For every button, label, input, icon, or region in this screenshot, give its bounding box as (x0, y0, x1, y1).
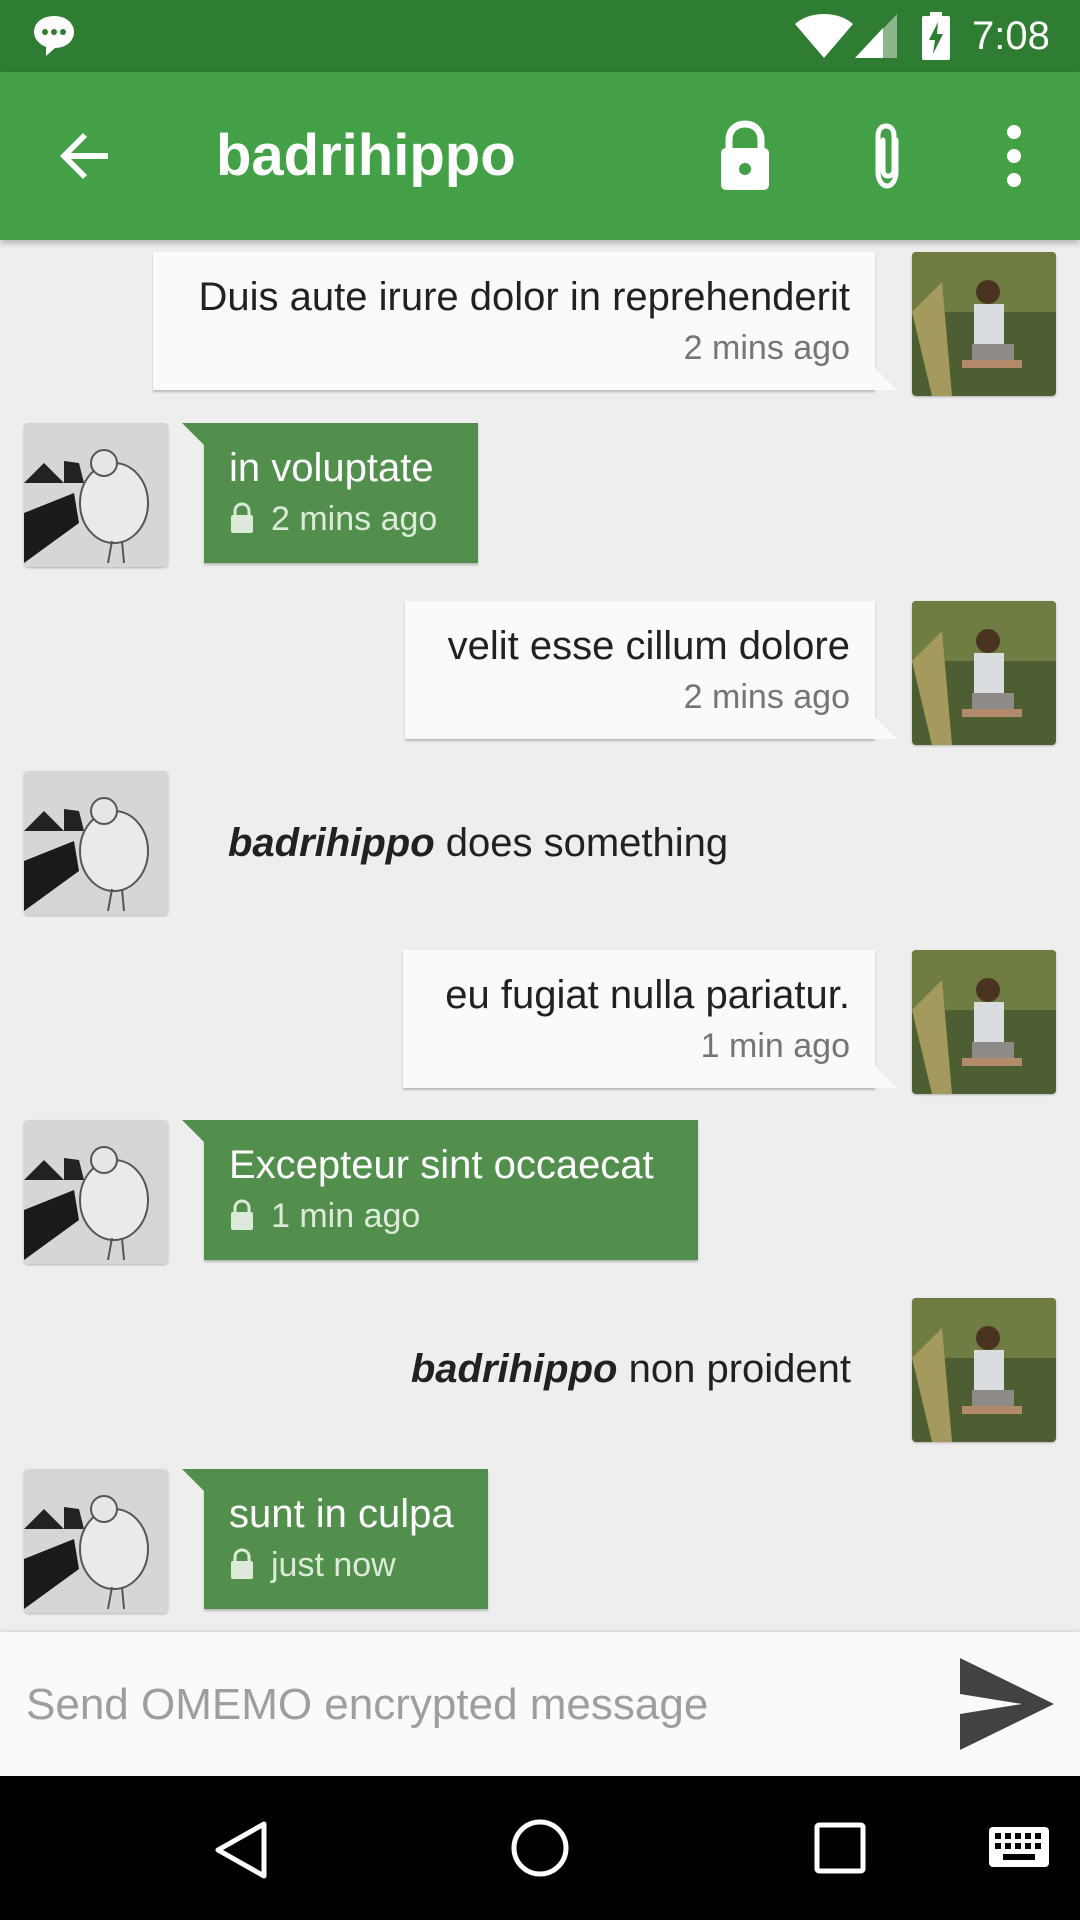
lock-icon[interactable] (715, 120, 775, 192)
status-nick: badrihippo (228, 821, 435, 865)
compose-bar (0, 1632, 1080, 1776)
conversation-title[interactable]: badrihippo (216, 122, 516, 190)
encrypted-lock-icon (231, 1199, 253, 1230)
nav-recents-icon[interactable] (814, 1822, 866, 1874)
avatar-contact[interactable] (24, 1469, 168, 1613)
cell-signal-icon (855, 14, 897, 58)
nav-home-icon[interactable] (510, 1818, 570, 1878)
message-bubble-sent[interactable]: Duis aute irure dolor in reprehenderit 2… (153, 252, 897, 390)
status-bar: 7:08 (0, 0, 1080, 72)
message-text: velit esse cillum dolore (447, 624, 850, 668)
system-navigation-bar (0, 1776, 1080, 1920)
message-time: just now (271, 1546, 396, 1584)
avatar-contact[interactable] (24, 423, 168, 567)
send-icon[interactable] (958, 1656, 1056, 1752)
message-text: Excepteur sint occaecat (229, 1143, 654, 1187)
wifi-icon (795, 14, 853, 58)
message-bubble-received[interactable]: in voluptate 2 mins ago (182, 423, 478, 563)
message-text: Duis aute irure dolor in reprehenderit (198, 275, 850, 319)
message-text: in voluptate (229, 446, 434, 490)
more-vert-icon[interactable] (998, 124, 1030, 188)
app-bar: badrihippo (0, 72, 1080, 240)
avatar-self[interactable] (912, 252, 1056, 396)
message-text: eu fugiat nulla pariatur. (445, 973, 850, 1017)
message-text: sunt in culpa (229, 1492, 454, 1536)
battery-charging-icon (922, 12, 950, 60)
avatar-contact[interactable] (24, 1120, 168, 1264)
keyboard-icon[interactable] (988, 1826, 1050, 1868)
message-list[interactable]: Duis aute irure dolor in reprehenderit 2… (0, 240, 1080, 1632)
avatar-self[interactable] (912, 950, 1056, 1094)
status-message: badrihippo does something (228, 818, 728, 868)
message-time: 2 mins ago (271, 500, 438, 538)
message-input[interactable] (24, 1672, 928, 1738)
avatar-self[interactable] (912, 601, 1056, 745)
avatar-contact[interactable] (24, 771, 168, 915)
encrypted-lock-icon (231, 502, 253, 533)
status-clock: 7:08 (972, 14, 1050, 58)
message-bubble-received[interactable]: sunt in culpa just now (182, 1469, 488, 1609)
encrypted-lock-icon (231, 1548, 253, 1579)
status-text: does something (445, 821, 729, 865)
avatar-self[interactable] (912, 1298, 1056, 1442)
status-text: non proident (628, 1347, 851, 1391)
attach-icon[interactable] (858, 120, 918, 192)
message-time: 1 min ago (271, 1197, 421, 1235)
nav-back-icon[interactable] (212, 1820, 268, 1880)
notification-chat-icon (34, 16, 74, 56)
message-time: 2 mins ago (683, 329, 850, 367)
message-time: 2 mins ago (683, 678, 850, 716)
status-message: badrihippo non proident (411, 1344, 851, 1394)
status-nick: badrihippo (410, 1347, 618, 1391)
message-time: 1 min ago (700, 1027, 850, 1065)
back-arrow-icon[interactable] (56, 126, 116, 186)
message-bubble-received[interactable]: Excepteur sint occaecat 1 min ago (182, 1120, 698, 1260)
message-bubble-sent[interactable]: eu fugiat nulla pariatur. 1 min ago (403, 950, 897, 1088)
message-bubble-sent[interactable]: velit esse cillum dolore 2 mins ago (405, 601, 897, 739)
